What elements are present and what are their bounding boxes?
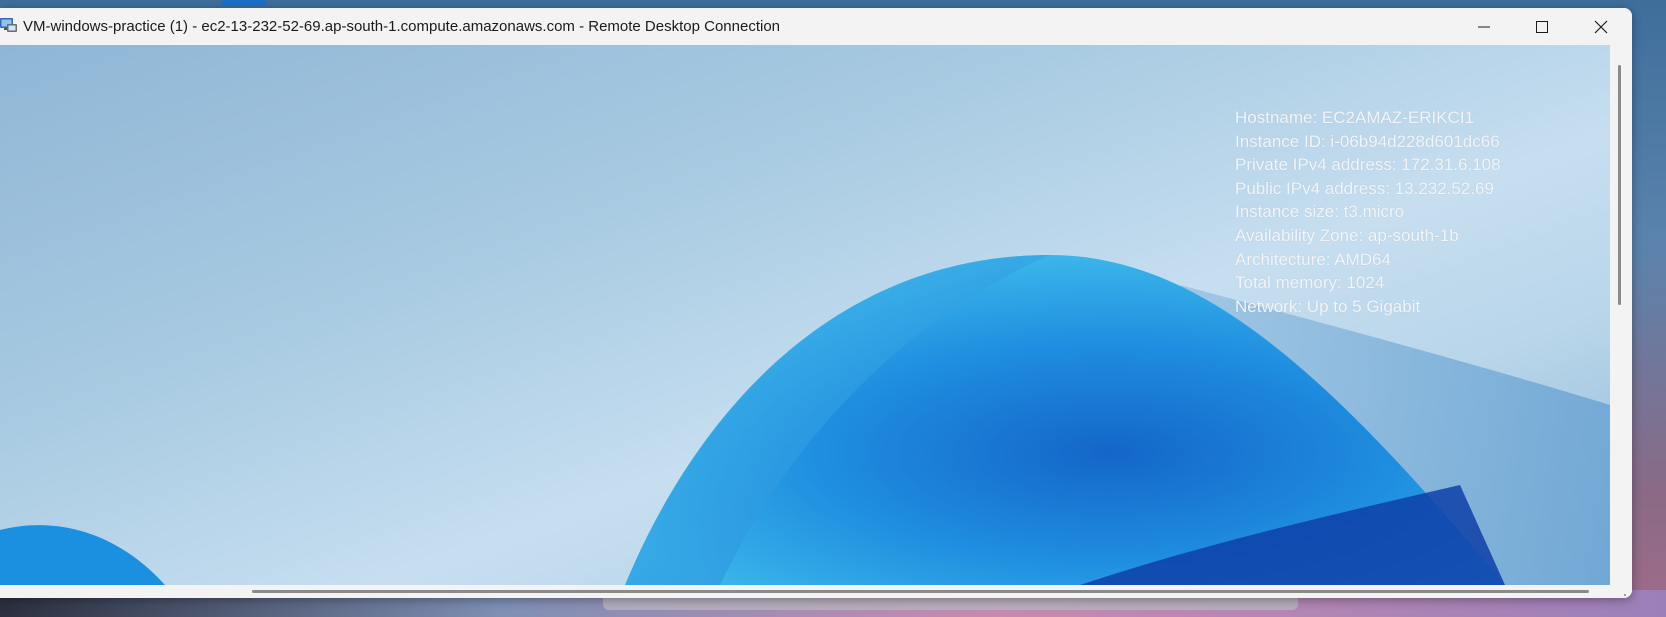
resize-grip-icon[interactable] — [1615, 588, 1627, 596]
vertical-scroll-thumb[interactable] — [1618, 65, 1621, 305]
private-ip-text: Private IPv4 address: 172.31.6.108 — [1235, 155, 1501, 175]
instance-size-text: Instance size: t3.micro — [1235, 202, 1405, 222]
architecture-text: Architecture: AMD64 — [1235, 249, 1391, 269]
horizontal-scroll-thumb[interactable] — [252, 590, 1589, 593]
close-button[interactable] — [1572, 8, 1630, 45]
network-text: Network: Up to 5 Gigabit — [1235, 296, 1421, 316]
horizontal-scrollbar[interactable] — [0, 585, 1632, 598]
vertical-scrollbar[interactable] — [1610, 45, 1632, 585]
remote-desktop-window: VM-windows-practice (1) - ec2-13-232-52-… — [0, 8, 1632, 598]
availability-zone-text: Availability Zone: ap-south-1b — [1235, 225, 1459, 245]
hostname-text: Hostname: EC2AMAZ-ERIKCI1 — [1235, 108, 1475, 127]
public-ip-text: Public IPv4 address: 13.232.52.69 — [1235, 178, 1494, 198]
window-title: VM-windows-practice (1) - ec2-13-232-52-… — [23, 18, 781, 35]
close-icon — [1594, 20, 1608, 34]
instance-info-panel: Hostname: EC2AMAZ-ERIKCI1 Instance ID: i… — [1235, 106, 1501, 318]
remote-desktop-viewport[interactable]: Hostname: EC2AMAZ-ERIKCI1 Instance ID: i… — [0, 45, 1610, 585]
title-bar[interactable]: VM-windows-practice (1) - ec2-13-232-52-… — [0, 8, 1632, 45]
remote-desktop-icon — [0, 17, 18, 35]
maximize-icon — [1536, 20, 1548, 33]
host-taskbar-accent — [222, 0, 266, 6]
minimize-button[interactable] — [1455, 8, 1513, 45]
minimize-icon — [1478, 21, 1490, 33]
total-memory-text: Total memory: 1024 — [1235, 273, 1385, 293]
instance-id-text: Instance ID: i-06b94d228d601dc66 — [1235, 131, 1500, 151]
maximize-button[interactable] — [1513, 8, 1571, 45]
